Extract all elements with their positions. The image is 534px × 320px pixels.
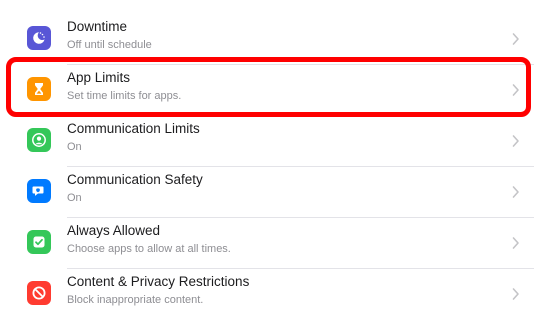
communication-limits-row[interactable]: Communication Limits On [0, 116, 534, 167]
checkmark-icon [27, 230, 51, 254]
app-limits-row[interactable]: App Limits Set time limits for apps. [0, 65, 534, 116]
content-privacy-subtitle: Block inappropriate content. [67, 294, 204, 306]
communication-safety-title: Communication Safety [67, 172, 203, 187]
chevron-right-icon [512, 33, 519, 45]
downtime-title: Downtime [67, 19, 128, 34]
communication-limits-subtitle: On [67, 141, 82, 153]
hourglass-icon [27, 77, 51, 101]
app-limits-title: App Limits [67, 70, 131, 85]
chevron-right-icon [512, 288, 519, 300]
communication-safety-subtitle: On [67, 192, 82, 204]
screen-time-settings-list: Downtime Off until schedule App Limits S… [0, 0, 534, 307]
chat-bubble-icon [27, 179, 51, 203]
communication-safety-row[interactable]: Communication Safety On [0, 167, 534, 218]
always-allowed-subtitle: Choose apps to allow at all times. [67, 243, 231, 255]
content-privacy-title: Content & Privacy Restrictions [67, 274, 250, 289]
chevron-right-icon [512, 135, 519, 147]
chevron-right-icon [512, 237, 519, 249]
downtime-icon [27, 26, 51, 50]
app-limits-subtitle: Set time limits for apps. [67, 90, 182, 102]
person-circle-icon [27, 128, 51, 152]
always-allowed-row[interactable]: Always Allowed Choose apps to allow at a… [0, 218, 534, 269]
content-privacy-row[interactable]: Content & Privacy Restrictions Block ina… [0, 269, 534, 320]
downtime-row[interactable]: Downtime Off until schedule [0, 14, 534, 65]
communication-limits-title: Communication Limits [67, 121, 200, 136]
downtime-subtitle: Off until schedule [67, 39, 152, 51]
chevron-right-icon [512, 84, 519, 96]
chevron-right-icon [512, 186, 519, 198]
always-allowed-title: Always Allowed [67, 223, 161, 238]
no-entry-icon [27, 281, 51, 305]
